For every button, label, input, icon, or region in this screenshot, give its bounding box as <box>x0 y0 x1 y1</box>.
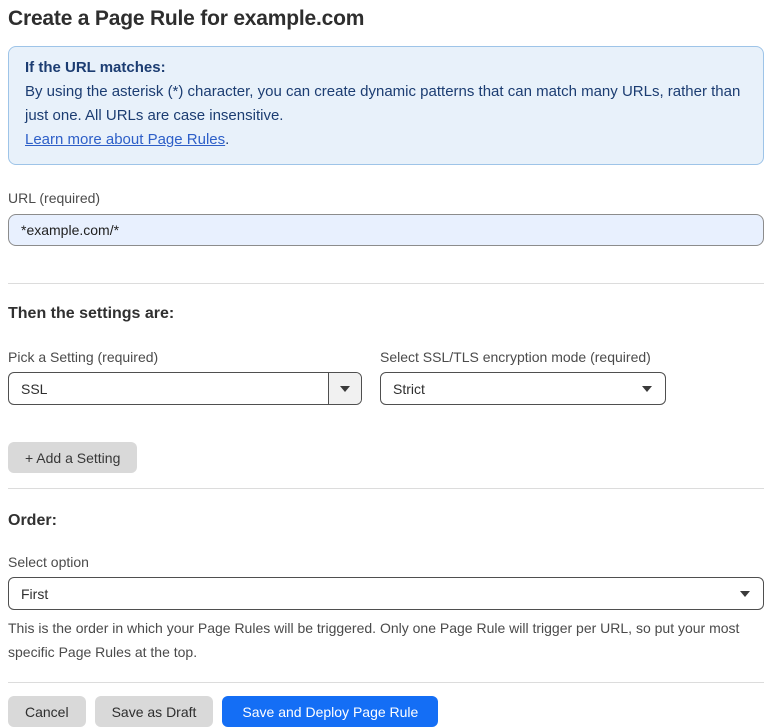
order-caret-holder <box>740 590 763 597</box>
setting-select-value: SSL <box>21 380 48 397</box>
url-input[interactable] <box>8 214 764 246</box>
order-section-heading: Order: <box>8 512 57 529</box>
learn-more-link[interactable]: Learn more about Page Rules <box>25 131 225 148</box>
page-title: Create a Page Rule for example.com <box>8 7 365 30</box>
save-deploy-button[interactable]: Save and Deploy Page Rule <box>222 696 439 727</box>
chevron-down-icon <box>740 590 750 597</box>
info-box-body: By using the asterisk (*) character, you… <box>25 83 741 124</box>
save-draft-button[interactable]: Save as Draft <box>94 696 214 727</box>
setting-select-arrow-zone[interactable] <box>328 373 361 404</box>
cancel-button[interactable]: Cancel <box>8 696 86 727</box>
add-setting-button[interactable]: + Add a Setting <box>8 442 138 473</box>
settings-section-heading: Then the settings are: <box>8 305 175 322</box>
footer-actions: Cancel Save as Draft Save and Deploy Pag… <box>8 696 764 727</box>
url-match-info-box: If the URL matches: By using the asteris… <box>8 46 764 165</box>
ssl-mode-label: Select SSL/TLS encryption mode (required… <box>380 349 651 365</box>
order-select[interactable]: First <box>8 577 764 610</box>
setting-select[interactable]: SSL <box>8 372 362 405</box>
order-help-text: This is the order in which your Page Rul… <box>8 620 740 660</box>
ssl-mode-caret-holder <box>642 385 665 392</box>
chevron-down-icon <box>340 385 350 392</box>
setting-picker-label: Pick a Setting (required) <box>8 349 159 365</box>
chevron-down-icon <box>642 385 652 392</box>
url-field-label: URL (required) <box>8 190 101 206</box>
ssl-mode-select[interactable]: Strict <box>380 372 666 405</box>
order-select-value: First <box>21 585 49 602</box>
link-suffix: . <box>225 131 230 148</box>
create-page-rule-form: Create a Page Rule for example.com If th… <box>0 0 772 727</box>
section-divider <box>8 682 764 683</box>
order-select-label: Select option <box>8 554 89 570</box>
ssl-mode-select-value: Strict <box>393 380 425 397</box>
info-box-heading: If the URL matches: <box>25 59 166 76</box>
